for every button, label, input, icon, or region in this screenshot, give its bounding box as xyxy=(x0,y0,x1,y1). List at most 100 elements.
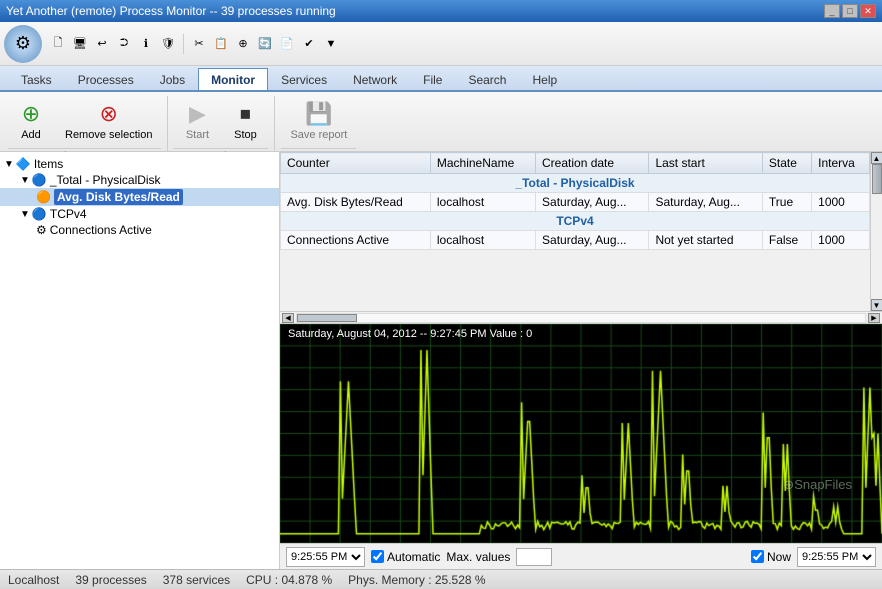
tab-file[interactable]: File xyxy=(410,68,455,90)
status-memory: Phys. Memory : 25.528 % xyxy=(348,573,485,587)
auto-label: Automatic xyxy=(387,550,440,564)
scroll-thumb[interactable] xyxy=(872,164,882,194)
tcpv4-arrow[interactable]: ▼ xyxy=(20,209,30,220)
table-row[interactable]: Avg. Disk Bytes/Read localhost Saturday,… xyxy=(281,193,870,212)
start-icon: ▶ xyxy=(189,101,206,127)
cell-state-1: False xyxy=(762,231,811,250)
conn-label: Connections Active xyxy=(50,223,152,237)
toolbar-btn-1[interactable]: 🗋 xyxy=(48,34,68,54)
col-machine[interactable]: MachineName xyxy=(430,153,535,174)
stop-button[interactable]: ⏹ Stop xyxy=(222,96,268,148)
auto-checkbox[interactable] xyxy=(371,550,384,563)
tab-search[interactable]: Search xyxy=(455,68,519,90)
root-icon: 🔷 xyxy=(16,157,31,171)
tab-services[interactable]: Services xyxy=(268,68,340,90)
hscroll-left[interactable]: ◀ xyxy=(282,313,294,323)
group-label-disk: _Total - PhysicalDisk xyxy=(281,174,870,193)
stop-icon: ⏹ xyxy=(240,101,251,127)
toolbar-btn-4[interactable]: ⮊ xyxy=(114,34,134,54)
toolbar-btn-9[interactable]: ⊕ xyxy=(233,34,253,54)
tree-item-avg-bytes[interactable]: 🟠 Avg. Disk Bytes/Read xyxy=(0,188,279,206)
table-row[interactable]: Connections Active localhost Saturday, A… xyxy=(281,231,870,250)
toolbar-btn-7[interactable]: ✂ xyxy=(189,34,209,54)
auto-checkbox-label: Automatic xyxy=(371,550,440,564)
tree-root[interactable]: ▼ 🔷 Items xyxy=(0,156,279,172)
tree-root-label: Items xyxy=(34,157,63,171)
hscroll-track[interactable] xyxy=(296,313,866,323)
tree-item-total-disk[interactable]: ▼ 🔵 _Total - PhysicalDisk xyxy=(0,172,279,188)
tab-jobs[interactable]: Jobs xyxy=(147,68,198,90)
status-host: Localhost xyxy=(8,573,59,587)
toolbar-btn-3[interactable]: ↩ xyxy=(92,34,112,54)
tab-help[interactable]: Help xyxy=(519,68,570,90)
chart-canvas xyxy=(280,324,882,543)
col-counter[interactable]: Counter xyxy=(281,153,431,174)
toolbar-btn-6[interactable]: 🛡 xyxy=(158,34,178,54)
max-values-label: Max. values xyxy=(446,550,510,564)
status-services: 378 services xyxy=(163,573,230,587)
col-interval[interactable]: Interva xyxy=(812,153,870,174)
statusbar: Localhost 39 processes 378 services CPU … xyxy=(0,569,882,589)
close-button[interactable]: ✕ xyxy=(860,4,876,18)
data-table: Counter MachineName Creation date Last s… xyxy=(280,152,870,250)
maximize-button[interactable]: □ xyxy=(842,4,858,18)
tab-tasks[interactable]: Tasks xyxy=(8,68,65,90)
titlebar-title: Yet Another (remote) Process Monitor -- … xyxy=(6,4,336,18)
toolbar-btn-2[interactable]: 🖥 xyxy=(70,34,90,54)
table-scrollbar[interactable]: ▲ ▼ xyxy=(870,152,882,311)
toolbar-btn-8[interactable]: 📋 xyxy=(211,34,231,54)
toolbar-btn-11[interactable]: 📄 xyxy=(277,34,297,54)
hscroll-right[interactable]: ▶ xyxy=(868,313,880,323)
h-scrollbar[interactable]: ◀ ▶ xyxy=(280,312,882,324)
total-disk-arrow[interactable]: ▼ xyxy=(20,175,30,186)
chart-area: Saturday, August 04, 2012 -- 9:27:45 PM … xyxy=(280,324,882,543)
time-from-select[interactable]: 9:25:55 PM xyxy=(286,547,365,567)
col-created[interactable]: Creation date xyxy=(536,153,649,174)
hscroll-thumb[interactable] xyxy=(297,314,357,322)
tree-item-tcpv4[interactable]: ▼ 🔵 TCPv4 xyxy=(0,206,279,222)
remove-selection-button[interactable]: ⊗ Remove selection xyxy=(56,96,161,148)
remove-icon: ⊗ xyxy=(100,101,118,127)
now-checkbox-label: Now xyxy=(751,550,791,564)
table-container[interactable]: Counter MachineName Creation date Last s… xyxy=(280,152,882,312)
tab-processes[interactable]: Processes xyxy=(65,68,147,90)
add-button[interactable]: ⊕ Add xyxy=(8,96,54,148)
cell-laststart-0: Saturday, Aug... xyxy=(649,193,762,212)
cell-counter-0: Avg. Disk Bytes/Read xyxy=(281,193,431,212)
scroll-down[interactable]: ▼ xyxy=(871,299,882,311)
time-to-select[interactable]: 9:25:55 PM xyxy=(797,547,876,567)
tab-network[interactable]: Network xyxy=(340,68,410,90)
right-panel: Counter MachineName Creation date Last s… xyxy=(280,152,882,569)
cell-interval-1: 1000 xyxy=(812,231,870,250)
toolbar-btn-13[interactable]: ▼ xyxy=(321,34,341,54)
scroll-track[interactable] xyxy=(872,164,882,299)
tree-item-conn-active[interactable]: ⚙ Connections Active xyxy=(0,222,279,238)
col-state[interactable]: State xyxy=(762,153,811,174)
cell-interval-0: 1000 xyxy=(812,193,870,212)
stop-label: Stop xyxy=(234,129,257,142)
tcpv4-label: TCPv4 xyxy=(50,207,87,221)
save-icon: 💾 xyxy=(305,101,332,127)
col-laststart[interactable]: Last start xyxy=(649,153,762,174)
watermark: ⊕SnapFiles xyxy=(783,477,852,493)
chart-title: Saturday, August 04, 2012 -- 9:27:45 PM … xyxy=(288,328,532,340)
scroll-up[interactable]: ▲ xyxy=(871,152,882,164)
minimize-button[interactable]: _ xyxy=(824,4,840,18)
start-button[interactable]: ▶ Start xyxy=(174,96,220,148)
tab-monitor[interactable]: Monitor xyxy=(198,68,268,90)
now-checkbox[interactable] xyxy=(751,550,764,563)
toolbar-btn-10[interactable]: 🔄 xyxy=(255,34,275,54)
max-value-input[interactable]: 200 xyxy=(516,548,552,566)
now-label: Now xyxy=(767,550,791,564)
cell-machine-1: localhost xyxy=(430,231,535,250)
root-arrow[interactable]: ▼ xyxy=(4,159,14,170)
titlebar: Yet Another (remote) Process Monitor -- … xyxy=(0,0,882,22)
toolbar-btn-5[interactable]: ℹ xyxy=(136,34,156,54)
status-cpu: CPU : 04.878 % xyxy=(246,573,332,587)
group-label-tcp: TCPv4 xyxy=(281,212,870,231)
cell-created-1: Saturday, Aug... xyxy=(536,231,649,250)
cell-counter-1: Connections Active xyxy=(281,231,431,250)
toolbar-btn-12[interactable]: ✔ xyxy=(299,34,319,54)
cell-laststart-1: Not yet started xyxy=(649,231,762,250)
save-report-button[interactable]: 💾 Save report xyxy=(281,96,356,148)
